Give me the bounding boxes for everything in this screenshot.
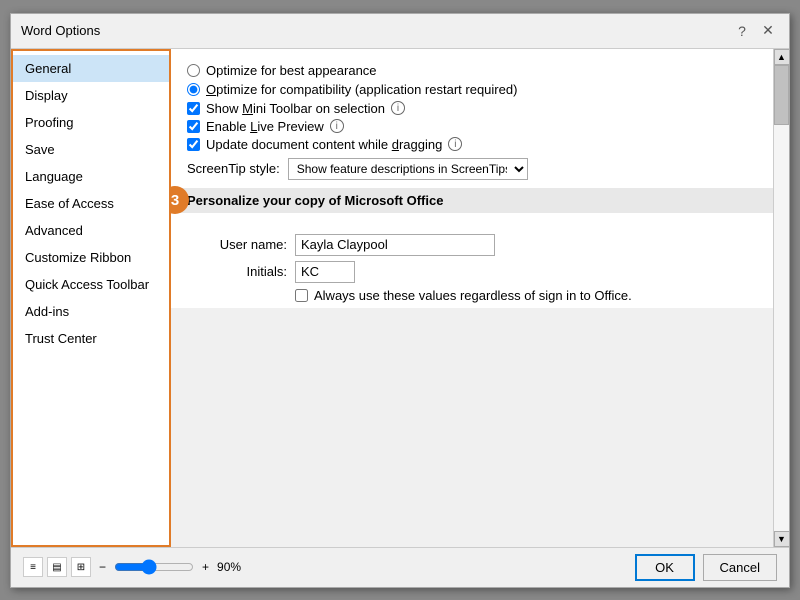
content-scroll: Optimize for best appearance Optimize fo… bbox=[171, 49, 773, 308]
sidebar-item-customize-ribbon[interactable]: Customize Ribbon bbox=[13, 244, 169, 271]
live-preview-label: Enable Live Preview bbox=[206, 119, 324, 134]
checkbox-row-3: Update document content while dragging i bbox=[187, 137, 757, 152]
scroll-track bbox=[774, 65, 789, 531]
checkbox-row-2: Enable Live Preview i bbox=[187, 119, 757, 134]
ok-button[interactable]: OK bbox=[635, 554, 695, 581]
sidebar-item-general[interactable]: General bbox=[13, 55, 169, 82]
zoom-minus[interactable]: − bbox=[95, 560, 110, 574]
section-personalize-label: Personalize your copy of Microsoft Offic… bbox=[187, 193, 443, 208]
info-icon-3: i bbox=[448, 137, 462, 151]
word-options-dialog: Word Options ? ✕ General Display Proofin… bbox=[10, 13, 790, 588]
checkbox-live-preview[interactable] bbox=[187, 120, 200, 133]
title-bar-right: ? ✕ bbox=[731, 20, 779, 42]
close-button[interactable]: ✕ bbox=[757, 20, 779, 42]
status-icon-2[interactable]: ▤ bbox=[47, 557, 67, 577]
sidebar-item-display[interactable]: Display bbox=[13, 82, 169, 109]
main-content: Optimize for best appearance Optimize fo… bbox=[171, 49, 773, 547]
always-use-label: Always use these values regardless of si… bbox=[314, 288, 632, 303]
zoom-slider[interactable] bbox=[114, 559, 194, 575]
sidebar-item-quick-access-toolbar[interactable]: Quick Access Toolbar bbox=[13, 271, 169, 298]
update-dragging-label: Update document content while dragging bbox=[206, 137, 442, 152]
username-input[interactable] bbox=[295, 234, 495, 256]
scroll-up-button[interactable]: ▲ bbox=[774, 49, 790, 65]
bottom-left: ≡ ▤ ⊞ − + 90% bbox=[23, 557, 241, 577]
zoom-plus[interactable]: + bbox=[198, 560, 213, 574]
radio-row-2: Optimize for compatibility (application … bbox=[187, 82, 757, 97]
help-button[interactable]: ? bbox=[731, 20, 753, 42]
sidebar-item-advanced[interactable]: Advanced bbox=[13, 217, 169, 244]
section-personalize: 3 Personalize your copy of Microsoft Off… bbox=[171, 188, 773, 213]
sidebar-item-ease-of-access[interactable]: Ease of Access bbox=[13, 190, 169, 217]
radio-optimize-appearance[interactable] bbox=[187, 64, 200, 77]
form-section-personalize: User name: Initials: Always use these va… bbox=[187, 221, 757, 308]
cancel-button[interactable]: Cancel bbox=[703, 554, 777, 581]
dialog-title: Word Options bbox=[21, 23, 100, 38]
sidebar-item-language[interactable]: Language bbox=[13, 163, 169, 190]
mini-toolbar-label: Show Mini Toolbar on selection bbox=[206, 101, 385, 116]
username-label: User name: bbox=[187, 237, 287, 252]
status-icon-1[interactable]: ≡ bbox=[23, 557, 43, 577]
sidebar-item-save[interactable]: Save bbox=[13, 136, 169, 163]
bottom-right: OK Cancel bbox=[635, 554, 777, 581]
initials-label: Initials: bbox=[187, 264, 287, 279]
title-bar: Word Options ? ✕ bbox=[11, 14, 789, 49]
sidebar-item-add-ins[interactable]: Add-ins bbox=[13, 298, 169, 325]
screentip-select[interactable]: Show feature descriptions in ScreenTips … bbox=[288, 158, 528, 180]
always-use-row: Always use these values regardless of si… bbox=[295, 288, 757, 303]
radio-compat-label: Optimize for compatibility (application … bbox=[206, 82, 517, 97]
step-badge: 3 bbox=[171, 186, 189, 214]
scrollbar: ▲ ▼ bbox=[773, 49, 789, 547]
radio-row-1: Optimize for best appearance bbox=[187, 63, 757, 78]
zoom-area: − + 90% bbox=[95, 559, 241, 575]
checkbox-mini-toolbar[interactable] bbox=[187, 102, 200, 115]
checkbox-update-dragging[interactable] bbox=[187, 138, 200, 151]
form-row-username: User name: bbox=[187, 234, 757, 256]
radio-optimize-compat[interactable] bbox=[187, 83, 200, 96]
zoom-level: 90% bbox=[217, 560, 241, 574]
radio-appearance-label: Optimize for best appearance bbox=[206, 63, 377, 78]
screentip-label: ScreenTip style: bbox=[187, 161, 280, 176]
scroll-down-button[interactable]: ▼ bbox=[774, 531, 790, 547]
info-icon-1: i bbox=[391, 101, 405, 115]
checkbox-row-1: Show Mini Toolbar on selection i bbox=[187, 101, 757, 116]
sidebar-item-trust-center[interactable]: Trust Center bbox=[13, 325, 169, 352]
checkbox-always-use[interactable] bbox=[295, 289, 308, 302]
sidebar: General Display Proofing Save Language E… bbox=[11, 49, 171, 547]
status-icons: ≡ ▤ ⊞ bbox=[23, 557, 91, 577]
screentip-row: ScreenTip style: Show feature descriptio… bbox=[187, 158, 757, 180]
scroll-thumb[interactable] bbox=[774, 65, 789, 125]
bottom-bar: ≡ ▤ ⊞ − + 90% OK Cancel bbox=[11, 547, 789, 587]
info-icon-2: i bbox=[330, 119, 344, 133]
scroll-container bbox=[171, 308, 773, 547]
title-bar-left: Word Options bbox=[21, 23, 100, 38]
initials-input[interactable] bbox=[295, 261, 355, 283]
status-icon-3[interactable]: ⊞ bbox=[71, 557, 91, 577]
form-row-initials: Initials: bbox=[187, 261, 757, 283]
sidebar-item-proofing[interactable]: Proofing bbox=[13, 109, 169, 136]
dialog-body: General Display Proofing Save Language E… bbox=[11, 49, 789, 547]
